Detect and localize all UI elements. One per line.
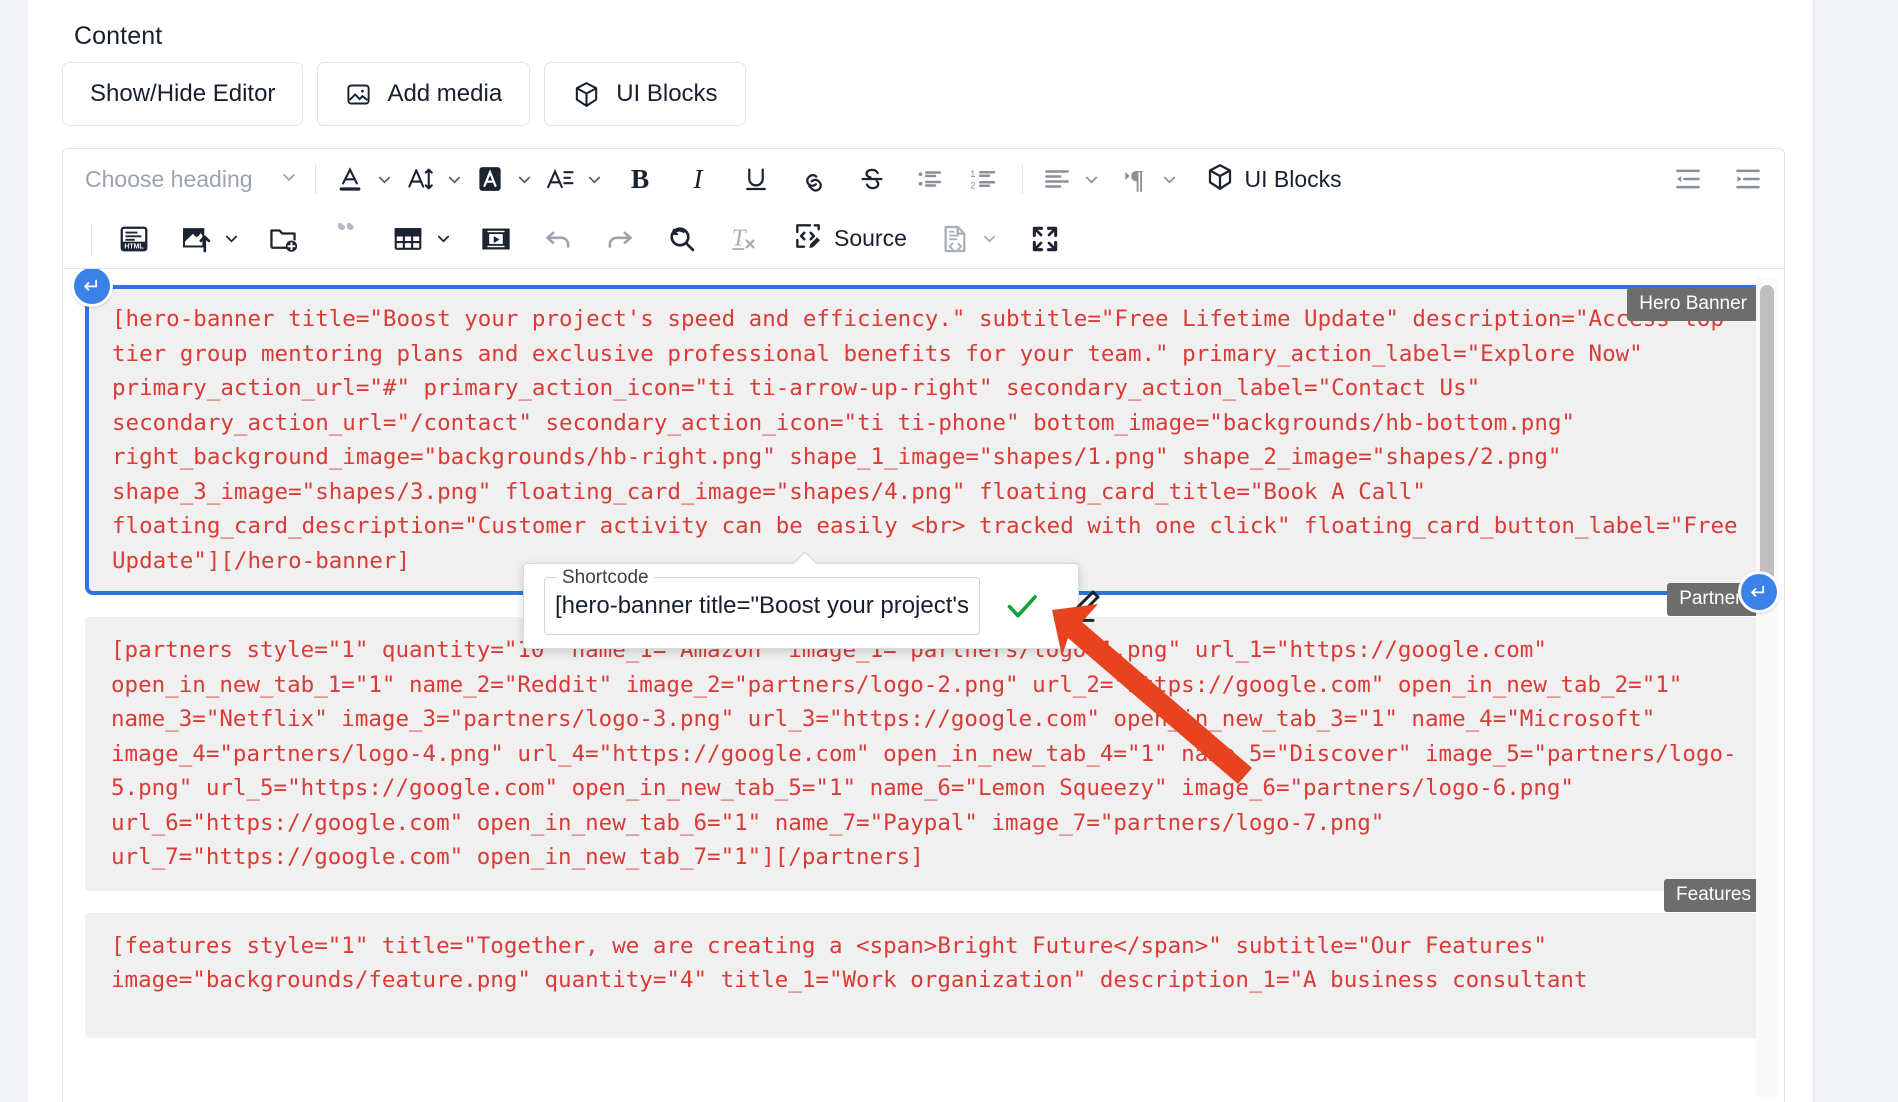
insert-image-chevron-down-icon[interactable]: [218, 217, 244, 261]
font-size-button[interactable]: [398, 157, 442, 201]
chevron-down-icon: [279, 166, 299, 193]
source-code-icon: [792, 220, 824, 257]
shortcode-text-partners: [partners style="1" quantity="10" name_1…: [111, 637, 1737, 870]
show-hide-editor-label: Show/Hide Editor: [90, 80, 276, 107]
shortcode-text-hero-banner: [hero-banner title="Boost your project's…: [112, 306, 1752, 574]
insert-table-chevron-down-icon[interactable]: [430, 217, 456, 261]
link-button[interactable]: [792, 157, 836, 201]
svg-text:2: 2: [970, 180, 975, 190]
cube-icon: [1205, 162, 1235, 197]
shortcode-input-label: Shortcode: [557, 567, 654, 589]
strikethrough-button[interactable]: [850, 157, 894, 201]
increase-indent-button[interactable]: [1726, 157, 1770, 201]
decrease-indent-button[interactable]: [1666, 157, 1710, 201]
document-source-chevron-down-icon[interactable]: [977, 217, 1003, 261]
block-badge-hero-banner: Hero Banner: [1627, 288, 1759, 321]
text-direction-chevron-down-icon[interactable]: [1157, 157, 1183, 201]
editor-content-area[interactable]: ↵ Hero Banner [hero-banner title="Boost …: [63, 269, 1784, 1102]
shortcode-edit-popup[interactable]: Shortcode [hero-banner title="Boost your…: [523, 551, 1100, 649]
shortcode-text-features: [features style="1" title="Together, we …: [111, 932, 1588, 994]
font-family-button[interactable]: [538, 157, 582, 201]
pencil-icon[interactable]: [1064, 583, 1104, 629]
html-embed-button[interactable]: HTML: [112, 217, 156, 261]
fullscreen-button[interactable]: [1023, 217, 1067, 261]
ui-blocks-button[interactable]: UI Blocks: [544, 62, 746, 126]
page-title: Content: [74, 22, 163, 50]
source-label: Source: [834, 225, 907, 251]
toolbar-separator: [1021, 164, 1023, 194]
insert-from-folder-button[interactable]: [262, 217, 306, 261]
insert-paragraph-after-handle[interactable]: ↵: [1738, 571, 1780, 613]
font-size-chevron-down-icon[interactable]: [442, 157, 468, 201]
content-card: Content Show/Hide Editor Add media UI Bl…: [28, 0, 1814, 1102]
source-button[interactable]: Source: [786, 217, 913, 261]
font-family-chevron-down-icon[interactable]: [582, 157, 608, 201]
numbered-list-button[interactable]: 1 2: [962, 157, 1006, 201]
svg-text:1: 1: [970, 169, 975, 179]
svg-text:T: T: [732, 225, 747, 251]
cube-icon: [572, 80, 601, 109]
italic-button[interactable]: I: [676, 157, 720, 201]
add-media-label: Add media: [387, 80, 503, 107]
heading-dropdown-label: Choose heading: [85, 165, 253, 192]
blockquote-button[interactable]: “: [324, 217, 368, 261]
background-color-chevron-down-icon[interactable]: [512, 157, 538, 201]
check-icon[interactable]: [1002, 583, 1042, 629]
right-gutter: [1814, 0, 1898, 1102]
find-replace-button[interactable]: [660, 217, 704, 261]
svg-text:¶: ¶: [1130, 165, 1144, 194]
document-source-button[interactable]: [933, 217, 977, 261]
svg-text:“: “: [336, 223, 356, 253]
shortcode-block-hero-banner[interactable]: ↵ Hero Banner [hero-banner title="Boost …: [71, 269, 1762, 595]
font-color-chevron-down-icon[interactable]: [372, 157, 398, 201]
editor-page: Content Show/Hide Editor Add media UI Bl…: [0, 0, 1898, 1102]
bold-button[interactable]: B: [618, 157, 662, 201]
toolbar-separator: [314, 164, 316, 194]
text-align-button[interactable]: [1035, 157, 1079, 201]
toolbar-separator: [91, 223, 92, 254]
svg-text:HTML: HTML: [124, 243, 144, 250]
editor-scrollbar[interactable]: [1756, 277, 1778, 1097]
background-color-button[interactable]: [468, 157, 512, 201]
ui-blocks-label: UI Blocks: [616, 80, 718, 107]
font-color-button[interactable]: [328, 157, 372, 201]
svg-text:B: B: [630, 164, 648, 194]
undo-button[interactable]: [536, 217, 580, 261]
shortcode-block-features[interactable]: Features [features style="1" title="Toge…: [85, 878, 1763, 1038]
text-direction-button[interactable]: ¶: [1113, 157, 1157, 201]
toolbar-row-1: Choose heading B I 1 2 ¶ UI Blocks: [63, 149, 1784, 209]
shortcode-input-wrapper[interactable]: Shortcode [hero-banner title="Boost your…: [544, 567, 980, 635]
add-media-button[interactable]: Add media: [317, 62, 531, 126]
toolbar-ui-blocks-button[interactable]: UI Blocks: [1199, 157, 1348, 201]
image-icon: [345, 81, 372, 108]
editor-scrollbar-thumb[interactable]: [1760, 285, 1774, 593]
underline-button[interactable]: [734, 157, 778, 201]
shortcode-input[interactable]: [hero-banner title="Boost your project's: [555, 592, 969, 620]
popup-arrow-inner: [792, 553, 818, 566]
svg-text:I: I: [692, 164, 704, 194]
shortcode-block-partners[interactable]: ↵ Partners [partners style="1" quantity=…: [85, 571, 1780, 891]
remove-format-button[interactable]: T: [722, 217, 766, 261]
insert-image-button[interactable]: [174, 217, 218, 261]
redo-button[interactable]: [598, 217, 642, 261]
bulleted-list-button[interactable]: [908, 157, 952, 201]
show-hide-editor-button[interactable]: Show/Hide Editor: [62, 62, 304, 126]
insert-media-button[interactable]: [474, 217, 518, 261]
block-badge-features: Features: [1664, 878, 1763, 912]
editor-action-buttons: Show/Hide Editor Add media UI Blocks: [62, 62, 746, 126]
insert-paragraph-before-handle[interactable]: ↵: [71, 269, 113, 307]
insert-table-button[interactable]: [386, 217, 430, 261]
text-align-chevron-down-icon[interactable]: [1079, 157, 1105, 201]
left-gutter: [0, 0, 28, 1102]
heading-dropdown[interactable]: Choose heading: [85, 166, 303, 193]
toolbar-ui-blocks-label: UI Blocks: [1244, 165, 1342, 192]
toolbar-row-2: HTML “ T Source: [63, 209, 1784, 269]
